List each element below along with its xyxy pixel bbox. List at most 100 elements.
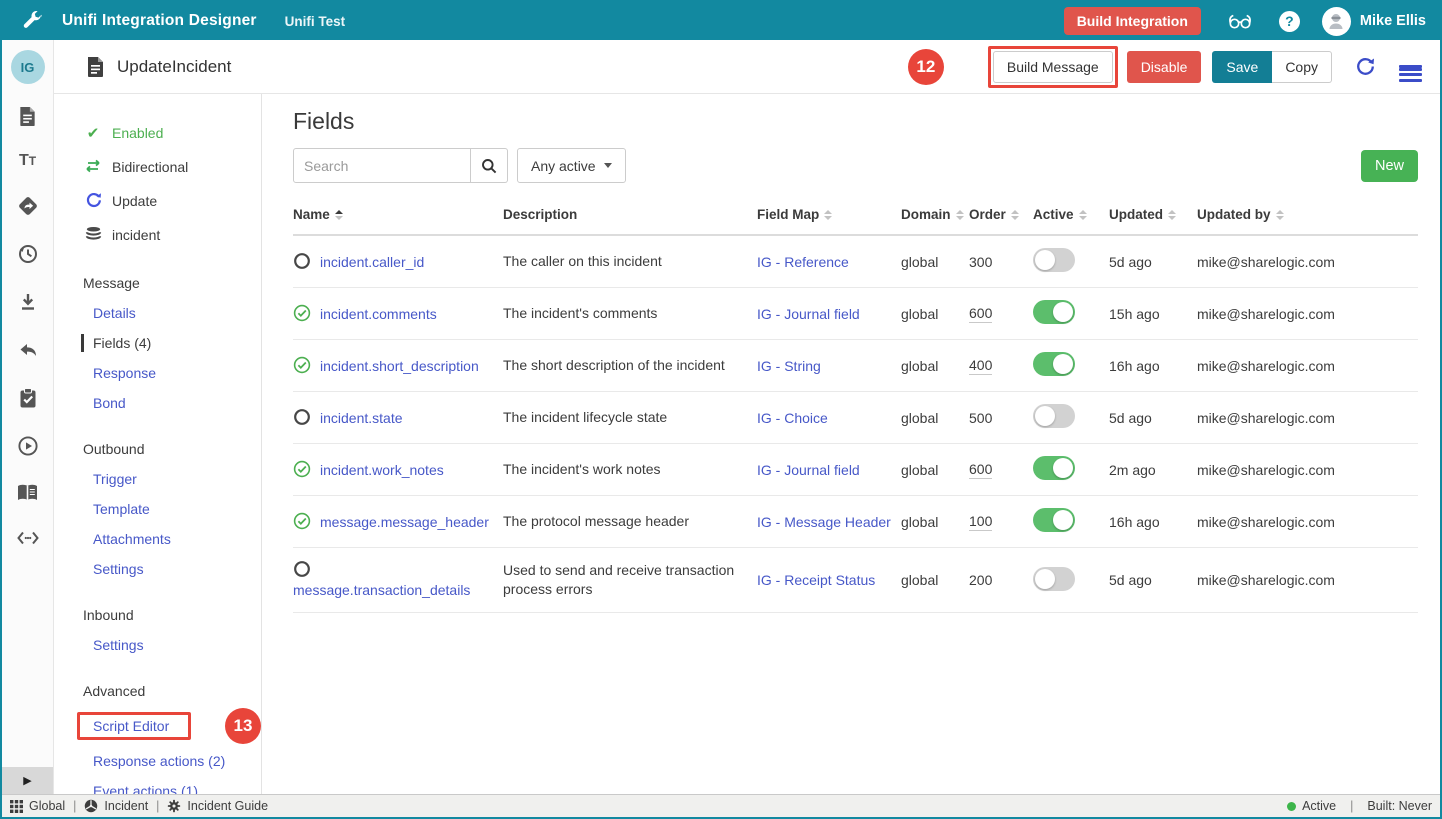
nav-item-response[interactable]: Response [54,358,261,388]
text-format-button[interactable]: TT [19,153,36,169]
nav-item-template[interactable]: Template [54,494,261,524]
column-header-domain[interactable]: Domain [901,207,969,222]
active-toggle[interactable] [1033,300,1075,324]
nav-item-trigger[interactable]: Trigger [54,464,261,494]
field-map-link[interactable]: IG - String [757,358,821,374]
sort-icon [956,210,964,220]
tasks-button[interactable] [18,387,38,409]
route-button[interactable] [17,195,39,217]
nav-item-inbound-settings[interactable]: Settings [54,630,261,660]
code-button[interactable] [16,529,40,547]
toggle-knob [1035,569,1055,589]
history-button[interactable] [17,243,39,265]
help-icon: ? [1279,11,1300,32]
nav-item-bond[interactable]: Bond [54,388,261,418]
column-header-field-map[interactable]: Field Map [757,207,901,222]
user-menu[interactable]: Mike Ellis [1322,7,1426,36]
refresh-button[interactable] [1354,55,1377,78]
help-button[interactable]: ? [1279,11,1300,32]
active-toggle[interactable] [1033,567,1075,591]
active-filter-dropdown[interactable]: Any active [517,148,626,183]
field-order[interactable]: 600 [969,305,992,323]
field-map-link[interactable]: IG - Choice [757,410,828,426]
field-map-link[interactable]: IG - Journal field [757,462,860,478]
scope-icon [84,799,98,813]
field-updated-by: mike@sharelogic.com [1197,514,1418,530]
name-cell: incident.caller_id [293,252,503,272]
active-toggle[interactable] [1033,508,1075,532]
menu-icon[interactable] [1399,62,1422,70]
name-cell: incident.state [293,408,503,428]
column-header-description[interactable]: Description [503,207,757,222]
scope-incident[interactable]: Incident [84,799,148,813]
scope-global[interactable]: Global [10,799,65,813]
field-map-link[interactable]: IG - Journal field [757,306,860,322]
field-order[interactable]: 300 [969,254,992,270]
active-toggle[interactable] [1033,404,1075,428]
code-icon [16,529,40,547]
collapse-sidebar-button[interactable]: ▶ [2,767,53,794]
observer-button[interactable] [1225,9,1255,33]
nav-item-attachments[interactable]: Attachments [54,524,261,554]
field-name-link[interactable]: incident.short_description [320,358,479,374]
reply-button[interactable] [17,339,39,361]
nav-item-script-editor[interactable]: Script Editor [93,718,169,734]
disable-button[interactable]: Disable [1127,51,1202,83]
field-name-link[interactable]: incident.comments [320,306,437,322]
build-message-button[interactable]: Build Message [993,51,1113,83]
refresh-icon [83,191,103,211]
field-updated: 2m ago [1109,462,1197,478]
field-updated: 5d ago [1109,572,1197,588]
document-icon [86,56,105,78]
column-header-name[interactable]: Name [293,207,503,222]
scope-incident-guide[interactable]: Incident Guide [167,799,268,813]
field-map-link[interactable]: IG - Receipt Status [757,572,875,588]
build-integration-button[interactable]: Build Integration [1064,7,1201,35]
field-description: The incident's work notes [503,460,757,479]
field-name-link[interactable]: incident.work_notes [320,462,444,478]
active-toggle[interactable] [1033,352,1075,376]
active-toggle[interactable] [1033,456,1075,480]
annotation-step-13-badge: 13 [225,708,261,744]
nav-item-details[interactable]: Details [54,298,261,328]
field-name-link[interactable]: message.message_header [320,514,489,530]
avatar-icon [1326,11,1346,31]
field-order[interactable]: 400 [969,357,992,375]
copy-button[interactable]: Copy [1272,51,1332,83]
field-order[interactable]: 600 [969,461,992,479]
field-updated: 16h ago [1109,514,1197,530]
field-order[interactable]: 100 [969,513,992,531]
nav-item-fields[interactable]: Fields (4) [54,328,261,358]
save-button[interactable]: Save [1212,51,1272,83]
search-button[interactable] [471,148,508,183]
docs-button[interactable] [16,483,39,503]
field-order[interactable]: 200 [969,572,992,588]
column-header-active[interactable]: Active [1033,207,1109,222]
nav-status-update: Update [54,184,261,218]
field-domain: global [901,462,969,478]
field-name-link[interactable]: incident.state [320,410,403,426]
user-avatar [1322,7,1351,36]
field-map-link[interactable]: IG - Message Header [757,514,891,530]
field-map-link[interactable]: IG - Reference [757,254,849,270]
field-updated: 16h ago [1109,358,1197,374]
new-field-button[interactable]: New [1361,150,1418,182]
field-name-link[interactable]: message.transaction_details [293,582,470,598]
field-description: The incident lifecycle state [503,408,757,427]
run-button[interactable] [17,435,39,457]
nav-item-event-actions[interactable]: Event actions (1) [54,776,261,794]
active-status-dot [1287,802,1296,811]
column-header-order[interactable]: Order [969,207,1033,222]
search-input[interactable] [293,148,471,183]
gear-icon [167,799,181,813]
field-order[interactable]: 500 [969,410,992,426]
column-header-updated[interactable]: Updated [1109,207,1197,222]
nav-item-outbound-settings[interactable]: Settings [54,554,261,584]
active-toggle[interactable] [1033,248,1075,272]
nav-item-response-actions[interactable]: Response actions (2) [54,746,261,776]
document-rail-button[interactable] [18,106,37,127]
status-bar: Global | Incident | Incident Guide Activ… [2,794,1440,817]
field-name-link[interactable]: incident.caller_id [320,254,424,270]
column-header-updated-by[interactable]: Updated by [1197,207,1418,222]
download-button[interactable] [17,291,39,313]
